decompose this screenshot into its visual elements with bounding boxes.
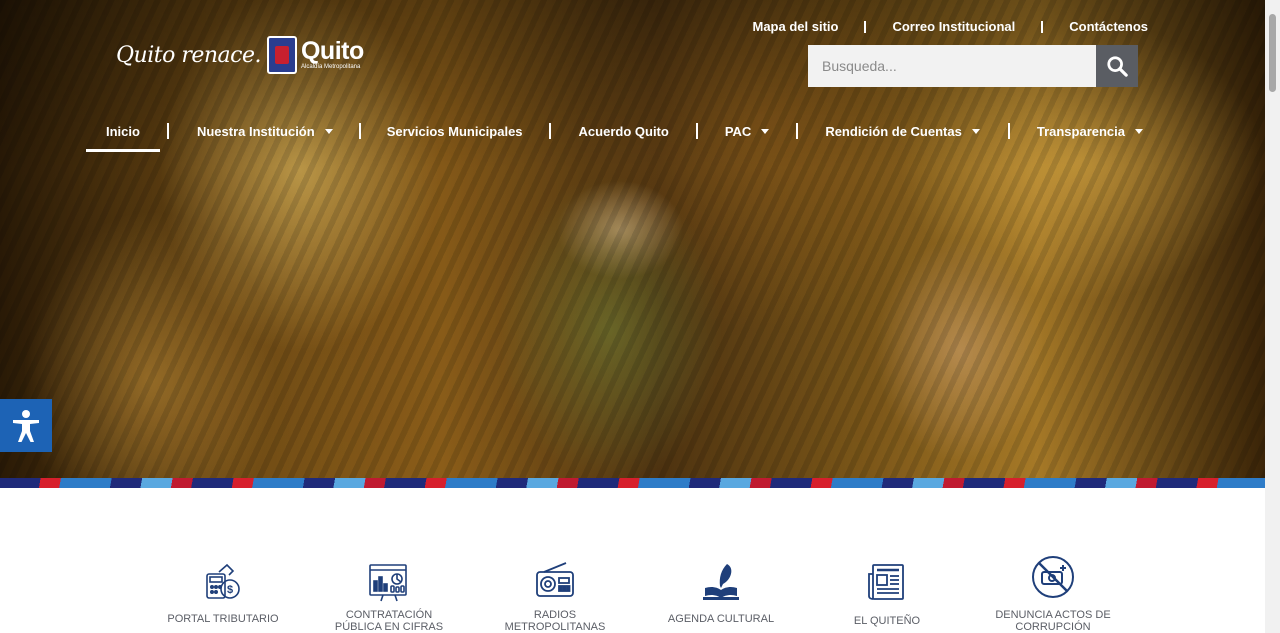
search-button[interactable] bbox=[1096, 45, 1138, 87]
nav-item-label: Servicios Municipales bbox=[386, 123, 523, 139]
nav-item-label: Rendición de Cuentas bbox=[825, 123, 962, 139]
nav-item-inicio[interactable]: Inicio bbox=[86, 116, 160, 152]
caret-down-icon bbox=[324, 128, 333, 134]
service-agenda-cultural[interactable]: AGENDA CULTURAL bbox=[638, 545, 804, 633]
service-contratacion-publica[interactable]: CONTRATACIÓN PÚBLICA EN CIFRAS bbox=[306, 545, 472, 633]
services-row: $ PORTAL TRIBUTARIO CONTRATACIÓN PÚBLICA… bbox=[140, 545, 1140, 633]
nav-item-label: Inicio bbox=[106, 123, 140, 139]
service-el-quiteno[interactable]: EL QUITEÑO bbox=[804, 545, 970, 633]
nav-divider bbox=[548, 123, 551, 139]
nav-item-nuestra-institucion[interactable]: Nuestra Institución bbox=[197, 116, 333, 146]
top-links: Mapa del sitio Correo Institucional Cont… bbox=[727, 19, 1149, 34]
caret-down-icon bbox=[1135, 128, 1143, 134]
page-scrollbar[interactable] bbox=[1265, 0, 1280, 633]
coat-of-arms-icon bbox=[266, 36, 297, 74]
procurement-stats-icon bbox=[367, 553, 411, 609]
nav-divider bbox=[358, 123, 361, 139]
caret-down-icon bbox=[971, 128, 980, 134]
no-corruption-icon bbox=[1030, 549, 1076, 605]
nav-item-transparencia[interactable]: Transparencia bbox=[1037, 116, 1143, 146]
nav-item-label: Transparencia bbox=[1036, 123, 1125, 139]
logo-name: Quito bbox=[300, 37, 364, 65]
nav-item-label: Acuerdo Quito bbox=[578, 123, 669, 139]
newspaper-icon bbox=[867, 553, 907, 611]
scrollbar-thumb[interactable] bbox=[1269, 14, 1276, 92]
link-site-map[interactable]: Mapa del sitio bbox=[727, 19, 865, 34]
service-portal-tributario[interactable]: $ PORTAL TRIBUTARIO bbox=[140, 545, 306, 633]
logo-subtitle: Alcaldía Metropolitana bbox=[300, 64, 361, 70]
radio-icon bbox=[534, 553, 576, 606]
search-bar bbox=[808, 45, 1138, 87]
service-label: AGENDA CULTURAL bbox=[667, 613, 775, 625]
service-radios-metropolitanas[interactable]: RADIOS METROPOLITANAS bbox=[472, 545, 638, 633]
nav-divider bbox=[166, 123, 169, 139]
service-label: PORTAL TRIBUTARIO bbox=[167, 613, 279, 625]
svg-text:$: $ bbox=[227, 584, 233, 596]
accessibility-button[interactable] bbox=[0, 399, 52, 452]
accessibility-icon bbox=[13, 409, 39, 442]
service-label: CONTRATACIÓN PÚBLICA EN CIFRAS bbox=[334, 609, 444, 633]
search-input[interactable] bbox=[808, 45, 1096, 87]
service-label: RADIOS METROPOLITANAS bbox=[504, 609, 606, 633]
main-nav: Inicio Nuestra Institución Servicios Mun… bbox=[86, 116, 1143, 152]
nav-item-label: PAC bbox=[724, 123, 752, 139]
search-icon bbox=[1107, 56, 1128, 77]
service-label: DENUNCIA ACTOS DE CORRUPCIÓN bbox=[995, 609, 1111, 633]
logo-wordmark: Quito Alcaldía Metropolitana bbox=[301, 39, 364, 71]
logo-slogan: Quito renace. bbox=[116, 42, 261, 68]
service-label: EL QUITEÑO bbox=[853, 615, 921, 627]
nav-divider bbox=[695, 123, 698, 139]
culture-book-icon bbox=[701, 553, 741, 611]
link-contact[interactable]: Contáctenos bbox=[1043, 19, 1148, 34]
nav-item-label: Nuestra Institución bbox=[196, 123, 315, 139]
tax-portal-icon: $ bbox=[203, 553, 243, 611]
site-logo[interactable]: Quito renace. Quito Alcaldía Metropolita… bbox=[116, 36, 364, 74]
link-institutional-mail[interactable]: Correo Institucional bbox=[866, 19, 1041, 34]
nav-divider bbox=[796, 123, 799, 139]
nav-item-acuerdo-quito[interactable]: Acuerdo Quito bbox=[579, 116, 669, 146]
nav-item-pac[interactable]: PAC bbox=[724, 116, 770, 146]
service-denuncia-corrupcion[interactable]: DENUNCIA ACTOS DE CORRUPCIÓN bbox=[970, 545, 1136, 633]
caret-down-icon bbox=[761, 128, 770, 134]
nav-item-servicios-municipales[interactable]: Servicios Municipales bbox=[387, 116, 523, 146]
decorative-stripe bbox=[0, 478, 1265, 488]
nav-item-rendicion-de-cuentas[interactable]: Rendición de Cuentas bbox=[825, 116, 980, 146]
nav-divider bbox=[1007, 123, 1010, 139]
